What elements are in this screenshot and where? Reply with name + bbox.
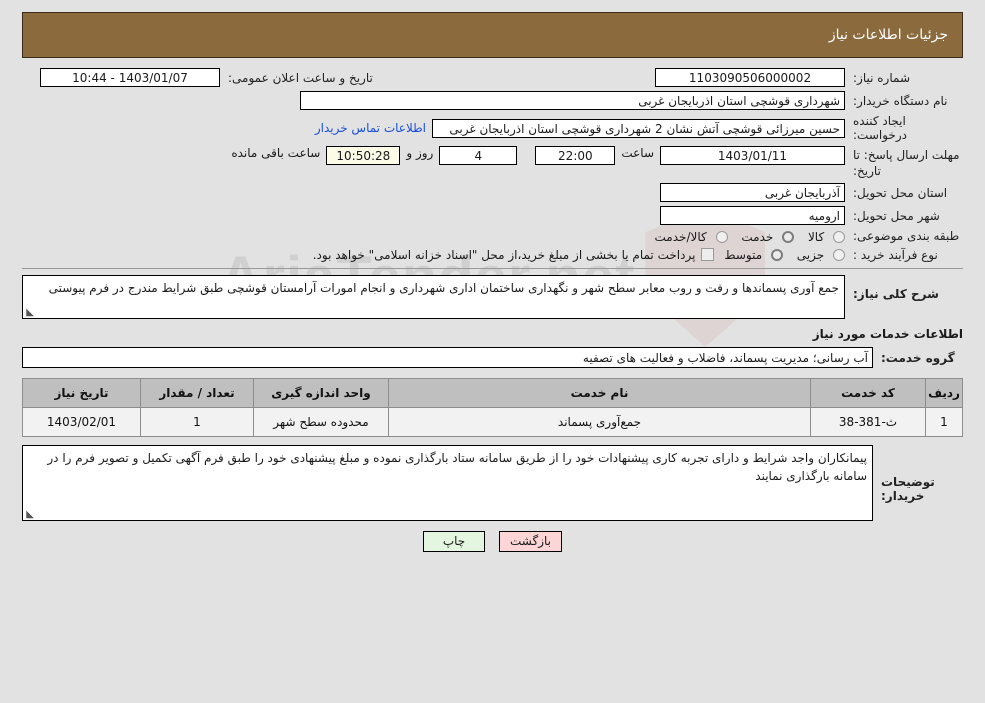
row-city: شهر محل تحویل: ارومیه <box>22 206 963 225</box>
service-group-label: گروه خدمت: <box>881 350 955 365</box>
need-number-label: شماره نیاز: <box>853 70 910 85</box>
buyer-notes-textarea[interactable]: پیمانکاران واجد شرایط و دارای تجربه کاری… <box>22 445 873 521</box>
category-radio-group: کالا خدمت کالا/خدمت <box>645 229 845 244</box>
remaining-time-field: 10:50:28 <box>326 146 401 165</box>
remaining-time-label: ساعت باقی مانده <box>231 146 321 160</box>
row-need-number: شماره نیاز: 1103090506000002 تاریخ و ساع… <box>22 68 963 87</box>
description-textarea[interactable]: جمع آوری پسماندها و رفت و روب معابر سطح … <box>22 275 845 319</box>
row-description: شرح کلی نیاز: جمع آوری پسماندها و رفت و … <box>22 275 963 319</box>
services-table: ردیف کد خدمت نام خدمت واحد اندازه گیری ت… <box>22 378 963 437</box>
radio-khedmat-label: خدمت <box>741 229 774 244</box>
deadline-label: مهلت ارسال پاسخ: تا تاریخ: <box>853 148 960 178</box>
radio-khedmat[interactable] <box>782 230 795 243</box>
row-requester: ایجاد کننده درخواست: حسین میرزائی قوشچی … <box>22 114 963 142</box>
cell-quantity: 1 <box>140 407 254 437</box>
province-field[interactable]: آذربایجان غربی <box>660 183 845 202</box>
deadline-hour-label: ساعت <box>621 146 654 160</box>
need-number-field[interactable]: 1103090506000002 <box>655 68 845 87</box>
row-category: طبقه بندی موضوعی: کالا خدمت کالا/خدمت <box>22 229 963 244</box>
row-province: استان محل تحویل: آذربایجان غربی <box>22 183 963 202</box>
buyer-org-field[interactable]: شهرداری قوشچی استان اذربایجان غربی <box>300 91 845 110</box>
page-header: جزئیات اطلاعات نیاز <box>22 12 963 58</box>
deadline-date-field[interactable]: 1403/01/11 <box>660 146 845 165</box>
radio-kala-khedmat-label: کالا/خدمت <box>654 229 707 244</box>
col-unit: واحد اندازه گیری <box>253 378 389 408</box>
col-radif: ردیف <box>925 378 963 408</box>
process-label: نوع فرآیند خرید : <box>853 247 938 262</box>
row-deadline: مهلت ارسال پاسخ: تا تاریخ: 1403/01/11 سا… <box>22 146 963 179</box>
col-service-name: نام خدمت <box>388 378 811 408</box>
cell-service-name: جمع‌آوری پسماند <box>388 407 811 437</box>
radio-kala[interactable] <box>833 230 845 243</box>
details-content: شماره نیاز: 1103090506000002 تاریخ و ساع… <box>22 68 963 552</box>
radio-jozii[interactable] <box>833 249 845 261</box>
requester-label: ایجاد کننده درخواست: <box>853 114 907 142</box>
service-group-field[interactable]: آب رسانی؛ مدیریت پسماند، فاضلاب و فعالیت… <box>22 347 873 368</box>
buyer-notes-label: توضیحات خریدار: <box>881 475 935 503</box>
cell-service-code: ث-381-38 <box>810 407 926 437</box>
buyer-contact-link[interactable]: اطلاعات تماس خریدار <box>309 121 432 135</box>
row-service-group: گروه خدمت: آب رسانی؛ مدیریت پسماند، فاضل… <box>22 347 963 368</box>
table-header-row: ردیف کد خدمت نام خدمت واحد اندازه گیری ت… <box>22 378 963 408</box>
radio-kala-khedmat[interactable] <box>715 230 728 243</box>
col-need-date: تاریخ نیاز <box>22 378 141 408</box>
col-service-code: کد خدمت <box>810 378 926 408</box>
cell-radif: 1 <box>925 407 963 437</box>
remaining-days-field: 4 <box>439 146 518 165</box>
announce-datetime-field[interactable]: 1403/01/07 - 10:44 <box>40 68 220 87</box>
services-table-wrap: ردیف کد خدمت نام خدمت واحد اندازه گیری ت… <box>22 378 963 437</box>
process-radio-group: جزیی متوسط <box>714 248 845 262</box>
resize-handle-icon[interactable]: ◣ <box>24 510 34 520</box>
footer-actions: بازگشت چاپ <box>22 531 963 552</box>
services-section-title: اطلاعات خدمات مورد نیاز <box>812 327 963 341</box>
row-process-type: نوع فرآیند خرید : جزیی متوسط پرداخت تمام… <box>22 247 963 262</box>
table-row: 1 ث-381-38 جمع‌آوری پسماند محدوده سطح شه… <box>22 407 963 437</box>
remaining-days-label: روز و <box>406 146 434 160</box>
treasury-checkbox[interactable] <box>701 248 715 262</box>
radio-motevaset[interactable] <box>770 249 783 261</box>
deadline-hour-field[interactable]: 22:00 <box>535 146 616 165</box>
province-label: استان محل تحویل: <box>853 185 948 200</box>
city-label: شهر محل تحویل: <box>853 208 940 223</box>
row-buyer-notes: توضیحات خریدار: پیمانکاران واجد شرایط و … <box>22 445 963 521</box>
buyer-org-label: نام دستگاه خریدار: <box>853 93 948 108</box>
radio-motevaset-label: متوسط <box>724 248 763 262</box>
treasury-checkbox-label: پرداخت تمام یا بخشی از مبلغ خرید،از محل … <box>312 247 696 262</box>
resize-handle-icon[interactable]: ◣ <box>24 308 34 318</box>
print-button[interactable]: چاپ <box>423 531 485 552</box>
category-label: طبقه بندی موضوعی: <box>853 229 960 244</box>
page-title: جزئیات اطلاعات نیاز <box>828 27 948 43</box>
back-button[interactable]: بازگشت <box>499 531 562 552</box>
cell-need-date: 1403/02/01 <box>22 407 141 437</box>
col-quantity: تعداد / مقدار <box>140 378 254 408</box>
radio-jozii-label: جزیی <box>796 248 825 262</box>
city-field[interactable]: ارومیه <box>660 206 845 225</box>
row-buyer-org: نام دستگاه خریدار: شهرداری قوشچی استان ا… <box>22 91 963 110</box>
description-label: شرح کلی نیاز: <box>853 287 939 301</box>
cell-unit: محدوده سطح شهر <box>253 407 389 437</box>
radio-kala-label: کالا <box>807 229 825 244</box>
divider-top <box>22 268 963 269</box>
requester-field[interactable]: حسین میرزائی قوشچی آتش نشان 2 شهرداری قو… <box>432 118 845 138</box>
announce-label: تاریخ و ساعت اعلان عمومی: <box>228 70 373 85</box>
